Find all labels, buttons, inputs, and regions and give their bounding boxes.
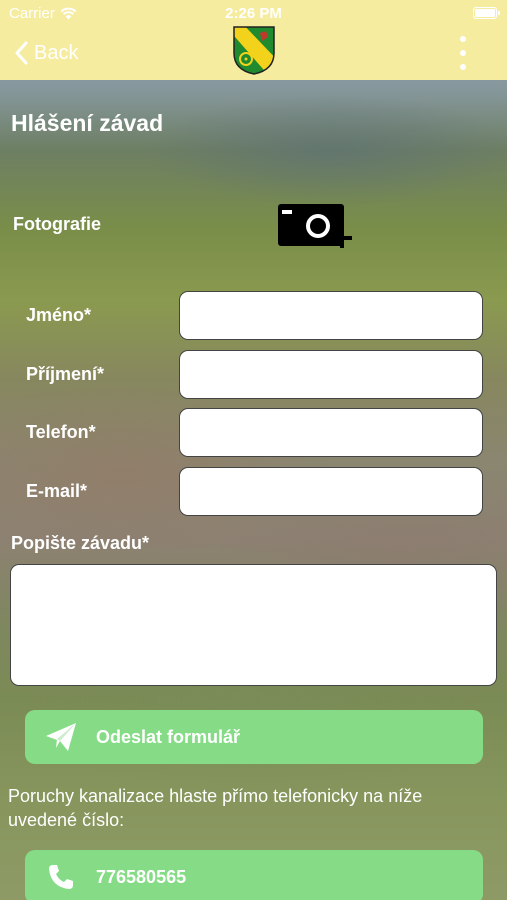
phone-label: Telefon* (26, 422, 96, 442)
navigation-bar: Back (0, 26, 507, 80)
email-label: E-mail* (26, 481, 88, 501)
status-time: 2:26 PM (225, 5, 282, 22)
back-button[interactable]: Back (14, 38, 78, 68)
submit-label: Odeslat formulář (96, 726, 241, 747)
photo-label: Fotografie (13, 214, 101, 234)
back-label: Back (34, 41, 79, 64)
add-photo-camera-icon[interactable] (276, 202, 356, 258)
page-title: Hlášení závad (11, 110, 164, 136)
phone-field[interactable] (179, 408, 483, 457)
last-name-label: Příjmení* (26, 364, 105, 384)
call-phone-button[interactable]: 776580565 (25, 850, 483, 900)
status-bar: Carrier 2:26 PM (0, 0, 507, 28)
back-chevron-icon (15, 41, 28, 65)
phone-icon (43, 859, 79, 895)
municipal-crest-logo (233, 26, 275, 75)
last-name-field[interactable] (179, 350, 483, 399)
battery-icon (473, 7, 500, 19)
first-name-label: Jméno* (26, 305, 92, 325)
phone-number: 776580565 (96, 866, 187, 887)
email-field[interactable] (179, 467, 483, 516)
sewer-info-text: Poruchy kanalizace hlaste přímo telefoni… (8, 786, 423, 830)
send-paper-plane-icon (43, 719, 79, 755)
description-label: Popište závadu* (11, 533, 150, 553)
first-name-field[interactable] (179, 291, 483, 340)
more-vertical-icon[interactable] (457, 36, 469, 70)
submit-form-button[interactable]: Odeslat formulář (25, 710, 483, 764)
description-textarea[interactable] (10, 564, 497, 686)
